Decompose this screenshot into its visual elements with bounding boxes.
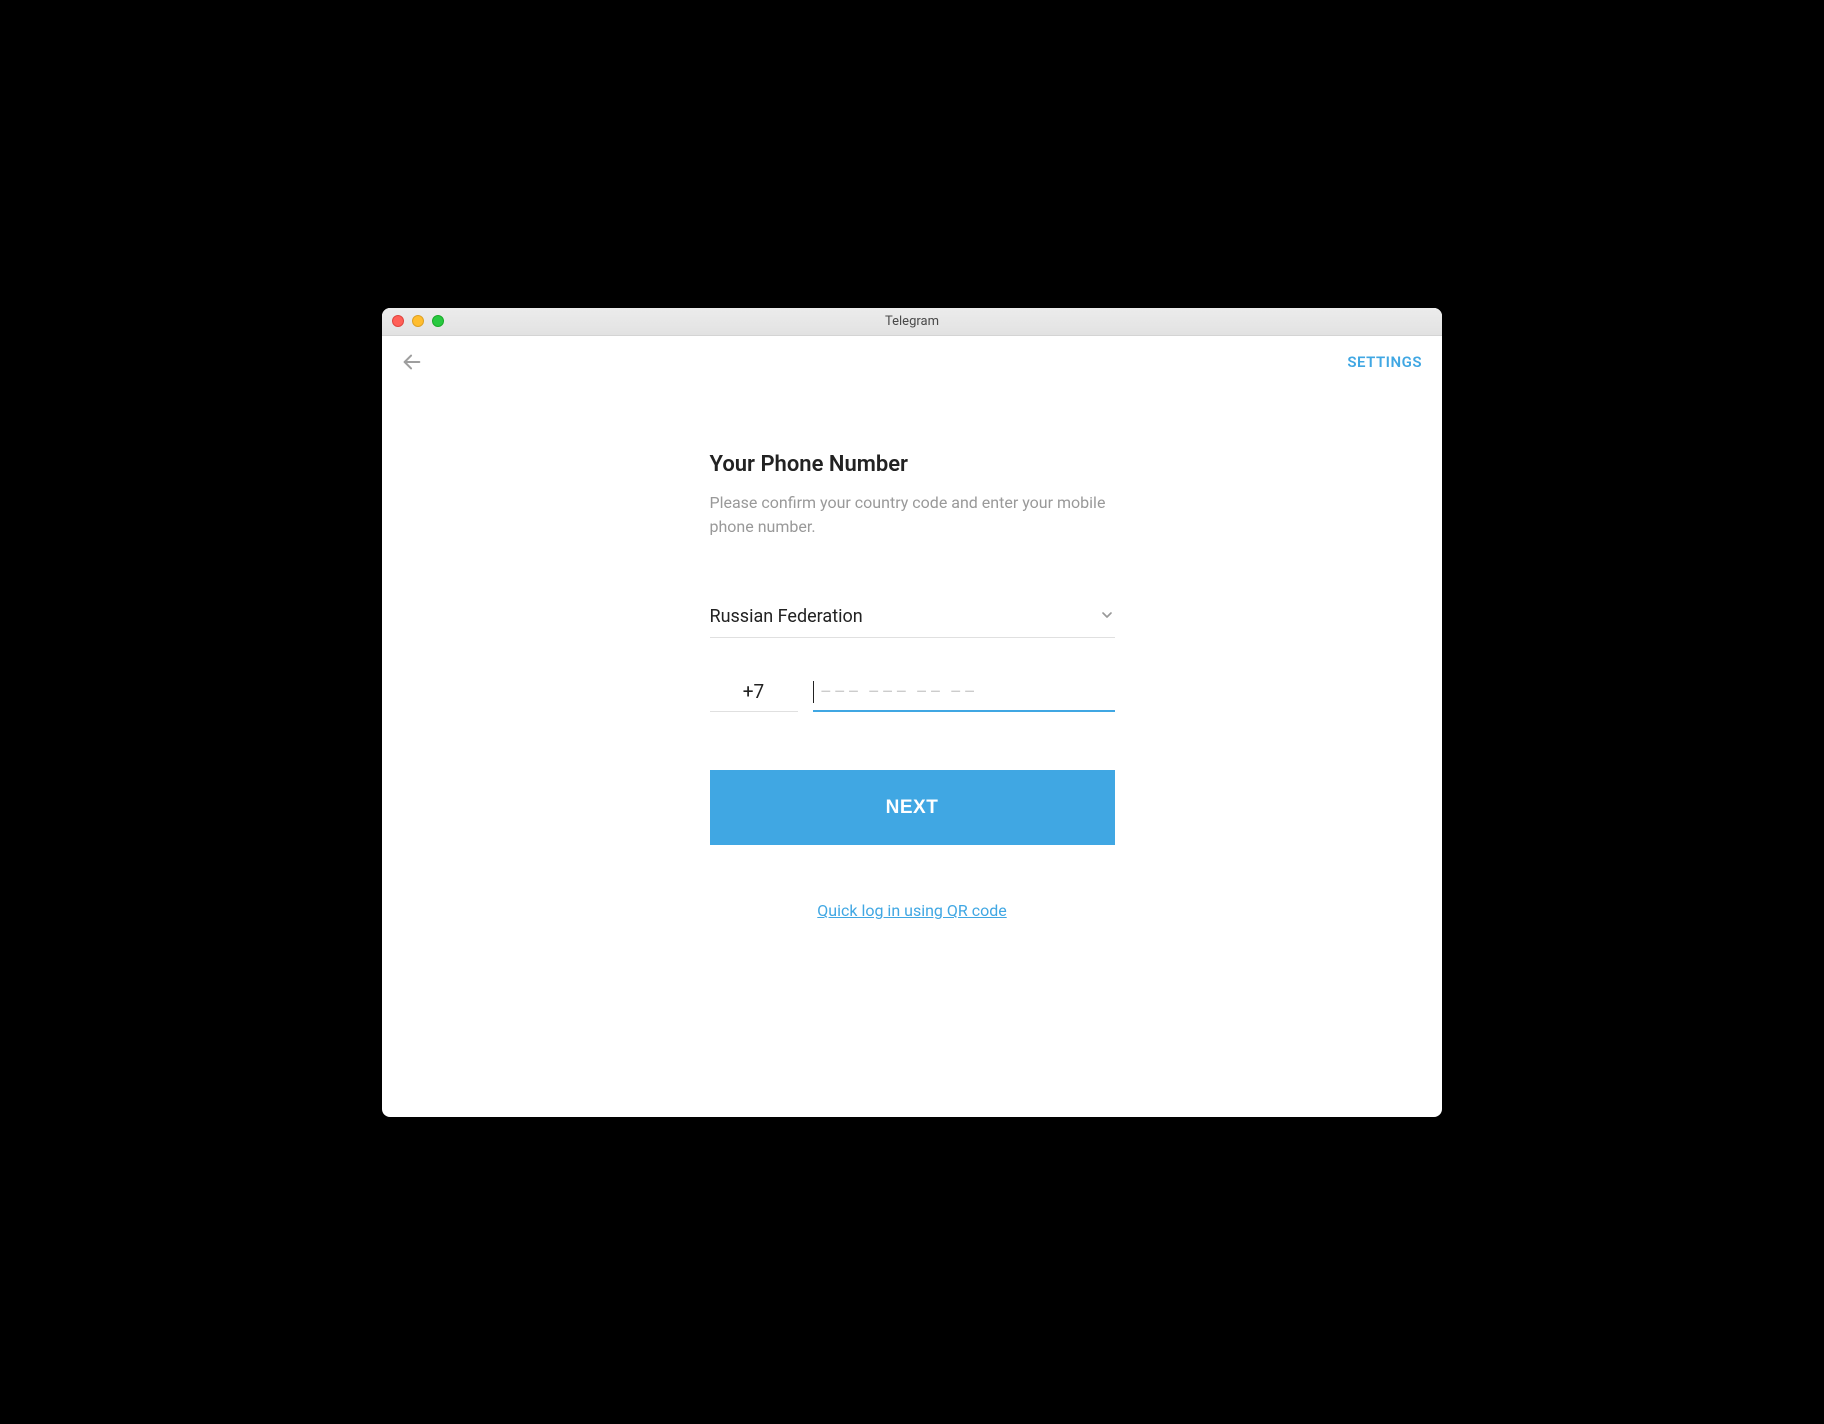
phone-row: +7 ––– ––– –– ––	[710, 680, 1115, 712]
page-title: Your Phone Number	[710, 452, 1115, 477]
login-form: Your Phone Number Please confirm your co…	[710, 452, 1115, 921]
maximize-window-button[interactable]	[432, 315, 444, 327]
country-name: Russian Federation	[710, 606, 863, 627]
phone-number-field[interactable]: ––– ––– –– ––	[813, 681, 1115, 712]
back-button[interactable]	[400, 350, 424, 374]
qr-login-link[interactable]: Quick log in using QR code	[710, 901, 1115, 920]
close-window-button[interactable]	[392, 315, 404, 327]
arrow-left-icon	[401, 351, 423, 373]
app-window: Telegram SETTINGS Your Phone Number Plea…	[382, 308, 1442, 1117]
minimize-window-button[interactable]	[412, 315, 424, 327]
traffic-lights	[392, 315, 444, 327]
settings-link[interactable]: SETTINGS	[1347, 353, 1422, 371]
country-selector[interactable]: Russian Federation	[710, 606, 1115, 638]
next-button[interactable]: NEXT	[710, 770, 1115, 845]
titlebar: Telegram	[382, 308, 1442, 336]
page-subtext: Please confirm your country code and ent…	[710, 491, 1115, 541]
chevron-down-icon	[1099, 607, 1115, 627]
window-title: Telegram	[392, 314, 1432, 329]
topbar: SETTINGS	[382, 336, 1442, 374]
country-code-field[interactable]: +7	[710, 680, 798, 712]
